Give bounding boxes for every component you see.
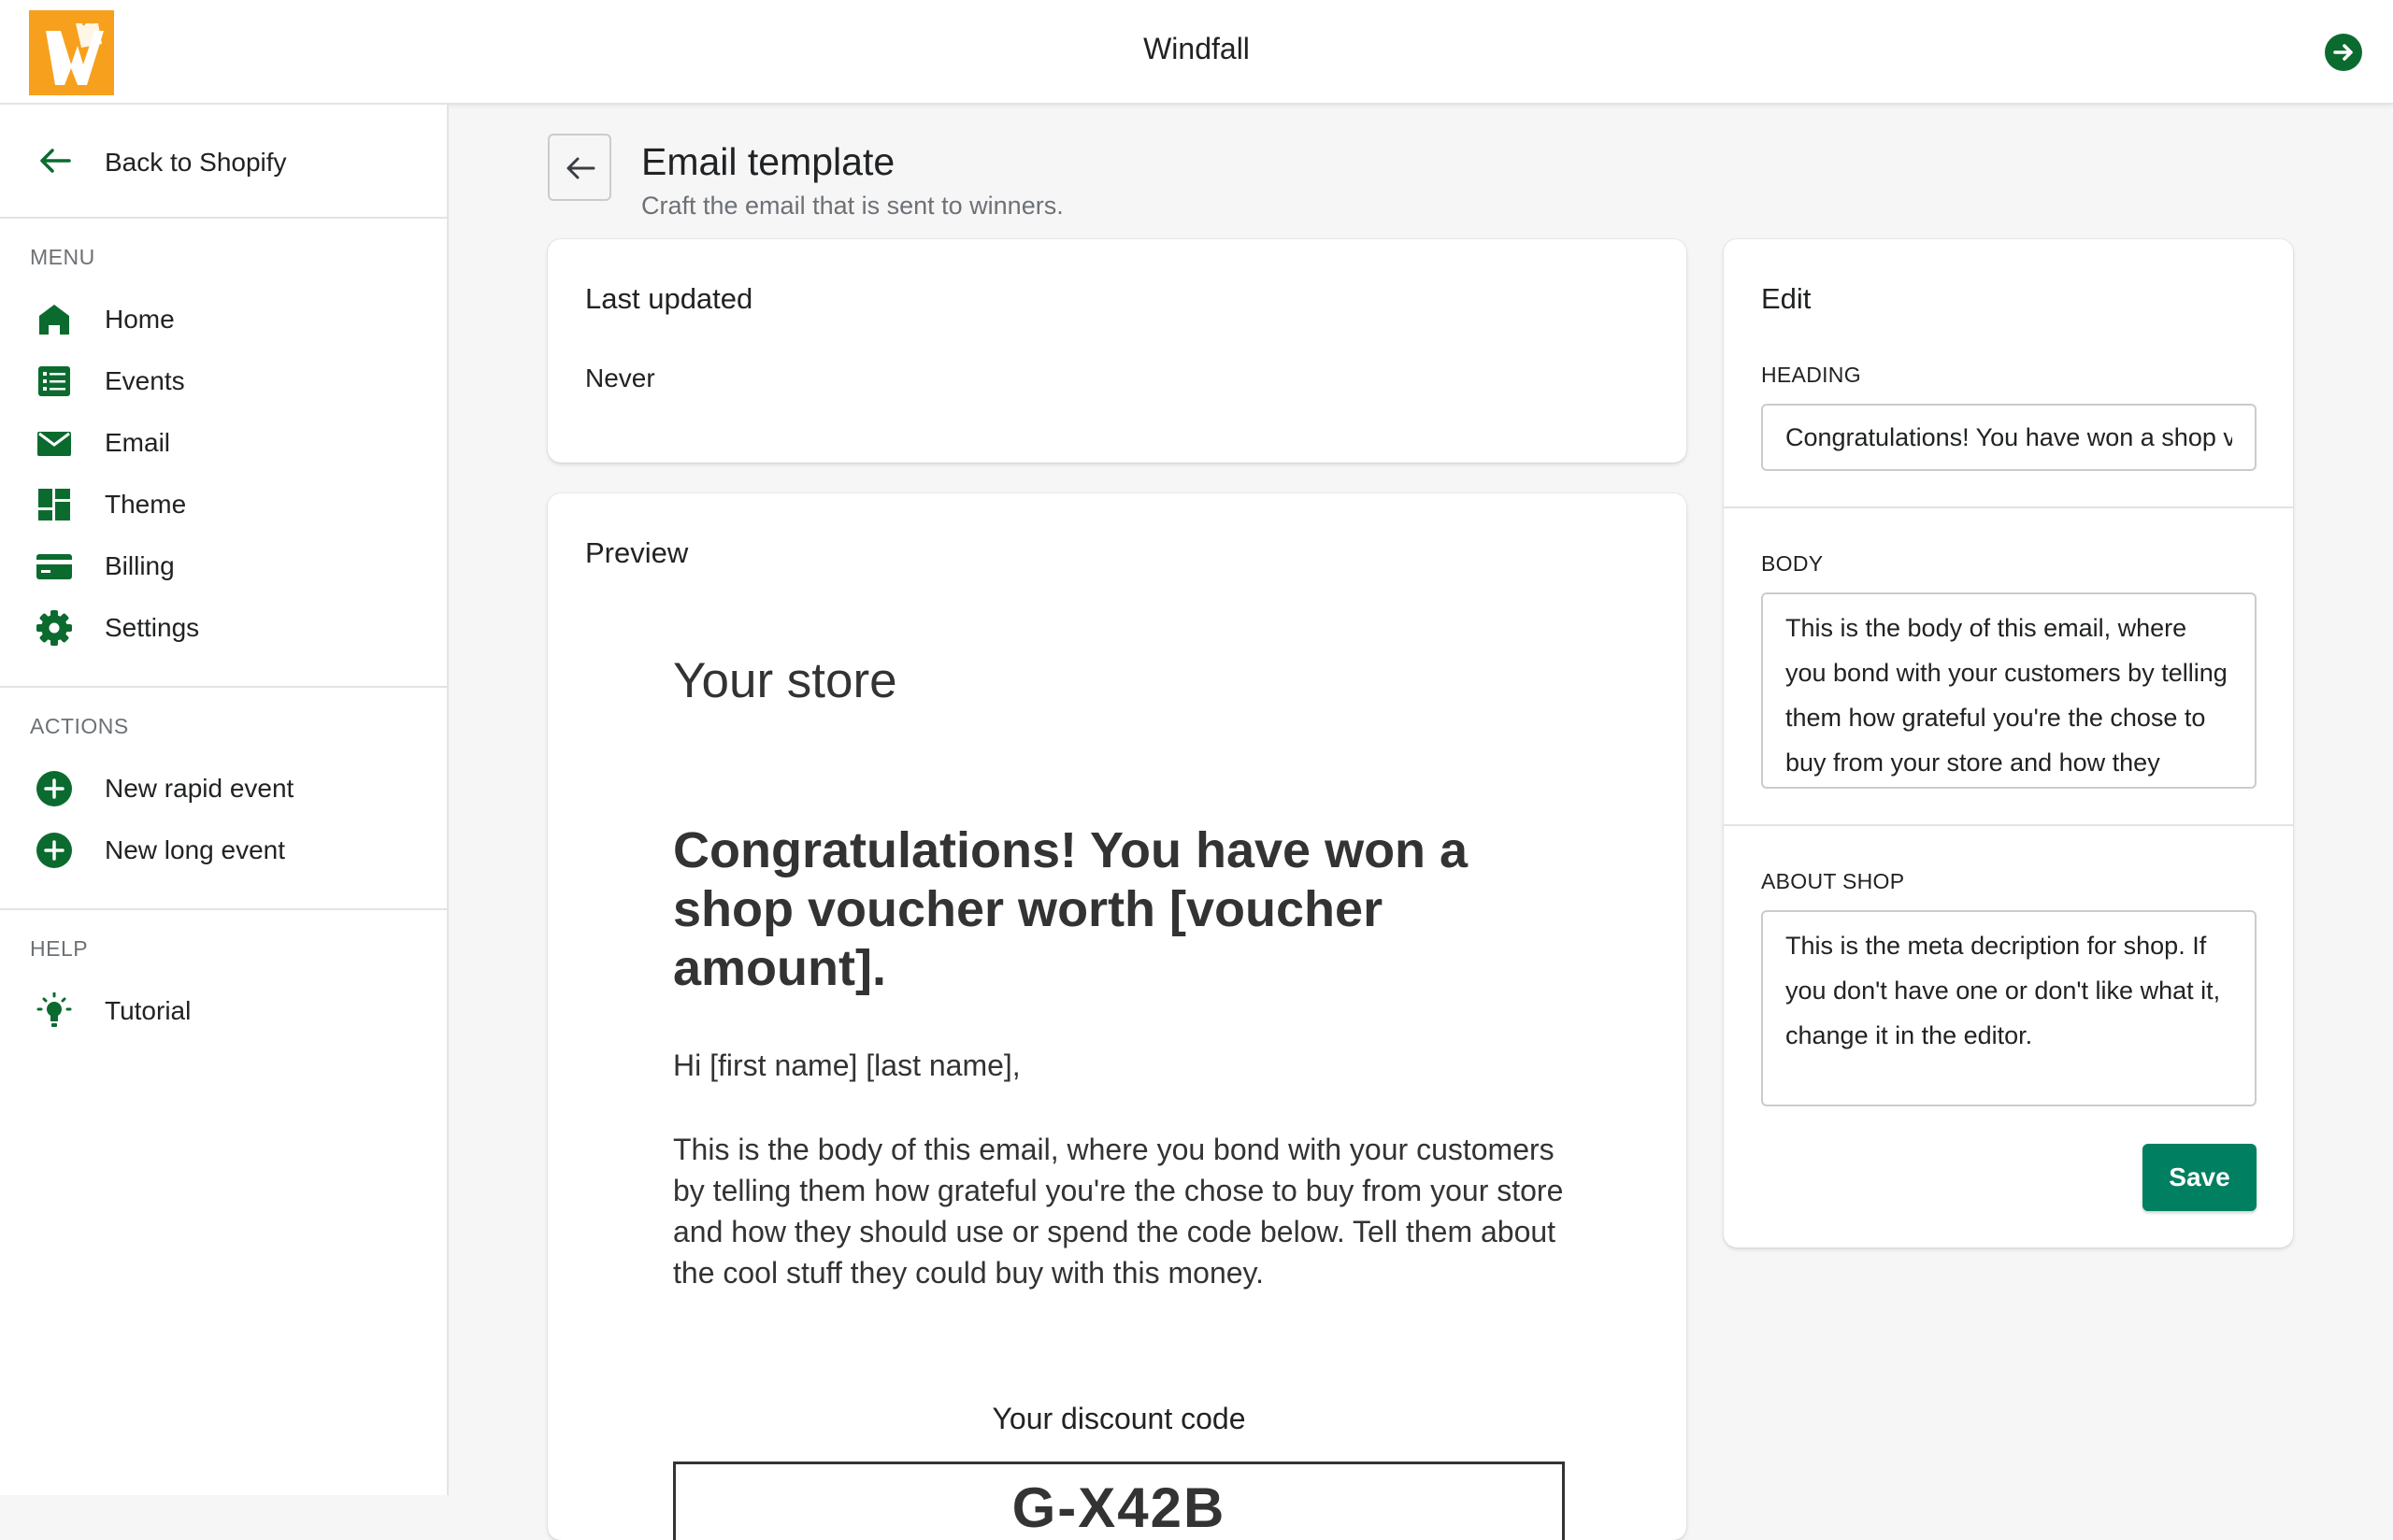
layout-icon <box>38 489 70 520</box>
last-updated-title: Last updated <box>585 282 753 315</box>
discount-code-label: Your discount code <box>992 1402 1246 1435</box>
divider <box>1724 824 2293 826</box>
page-title: Email template <box>641 140 896 183</box>
credit-card-icon <box>36 554 72 579</box>
last-updated-value: Never <box>585 364 655 392</box>
email-heading: Congratulations! You have won a shop vou… <box>673 822 1469 996</box>
preview-title: Preview <box>585 536 689 569</box>
heading-field-label: HEADING <box>1761 363 1861 387</box>
divider <box>0 686 447 688</box>
email-preview-card: Preview Your store Congratulations! You … <box>548 493 1686 1540</box>
new-rapid-event-button[interactable]: New rapid event <box>0 759 447 815</box>
discount-code-box: G-X42B <box>673 1462 1565 1540</box>
about-shop-field-label: ABOUT SHOP <box>1761 869 1905 893</box>
sidebar-item-settings[interactable]: Settings <box>0 598 447 654</box>
lightbulb-icon <box>36 992 72 1027</box>
sidebar-item-label: Events <box>105 366 185 395</box>
plus-circle-icon <box>36 833 72 868</box>
sidebar-item-home[interactable]: Home <box>0 290 447 346</box>
arrow-left-icon <box>40 149 71 173</box>
new-rapid-event-label: New rapid event <box>105 774 294 803</box>
top-bar: Windfall <box>0 0 2393 105</box>
sidebar: Back to Shopify MENU Home Events Email T… <box>0 105 449 1495</box>
sidebar-item-label: Theme <box>105 490 187 519</box>
sidebar-item-events[interactable]: Events <box>0 351 447 407</box>
heading-input[interactable] <box>1761 404 2257 471</box>
sidebar-item-label: Billing <box>105 551 175 580</box>
edit-title: Edit <box>1761 282 1812 315</box>
sidebar-item-label: Email <box>105 428 171 457</box>
divider <box>0 217 447 219</box>
envelope-icon <box>37 432 71 456</box>
new-long-event-label: New long event <box>105 835 286 864</box>
divider <box>0 908 447 910</box>
back-to-shopify-label: Back to Shopify <box>105 148 287 177</box>
actions-section-title: ACTIONS <box>30 714 129 738</box>
sidebar-item-tutorial[interactable]: Tutorial <box>0 981 447 1037</box>
edit-card: Edit HEADING BODY This is the body of th… <box>1724 239 2293 1248</box>
email-store-name: Your store <box>673 653 897 708</box>
menu-section-title: MENU <box>30 245 95 269</box>
email-greeting: Hi [first name] [last name], <box>673 1048 1021 1082</box>
list-icon <box>38 366 70 396</box>
sidebar-item-label: Tutorial <box>105 996 192 1025</box>
sidebar-item-email[interactable]: Email <box>0 413 447 469</box>
sidebar-item-label: Home <box>105 305 175 334</box>
app-title: Windfall <box>1143 32 1250 65</box>
body-textarea[interactable]: This is the body of this email, where yo… <box>1761 592 2257 789</box>
sidebar-item-billing[interactable]: Billing <box>0 536 447 592</box>
new-long-event-button[interactable]: New long event <box>0 820 447 877</box>
about-shop-textarea[interactable]: This is the meta decription for shop. If… <box>1761 910 2257 1106</box>
body-field-label: BODY <box>1761 551 1824 576</box>
back-to-shopify-link[interactable]: Back to Shopify <box>0 133 447 189</box>
help-section-title: HELP <box>30 936 89 961</box>
page-back-button[interactable] <box>548 134 611 201</box>
divider <box>1724 506 2293 508</box>
page-subtitle: Craft the email that is sent to winners. <box>641 192 1064 220</box>
arrow-right-icon <box>2333 44 2353 61</box>
plus-circle-icon <box>36 771 72 806</box>
home-icon <box>39 305 69 335</box>
arrow-left-icon <box>566 157 595 179</box>
discount-code: G-X42B <box>1011 1476 1226 1539</box>
last-updated-card: Last updated Never <box>548 239 1686 463</box>
sidebar-item-theme[interactable]: Theme <box>0 475 447 531</box>
gear-icon <box>36 610 72 646</box>
exit-button[interactable] <box>2325 34 2362 71</box>
sidebar-item-label: Settings <box>105 613 200 642</box>
save-button[interactable]: Save <box>2142 1144 2257 1211</box>
email-body: This is the body of this email, where yo… <box>673 1133 1564 1290</box>
